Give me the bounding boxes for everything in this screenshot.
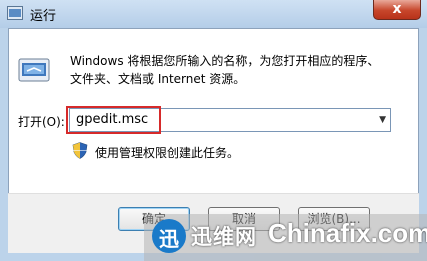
run-app-icon	[7, 6, 23, 20]
shield-icon	[72, 142, 88, 159]
run-icon	[18, 58, 50, 82]
window-title: 运行	[30, 9, 57, 24]
watermark-brand-cn: 迅维网	[191, 225, 257, 249]
highlight-box	[66, 106, 161, 134]
dialog-description: Windows 将根据您所输入的名称，为您打开相应的程序、文件夹、文档或 Int…	[70, 54, 380, 86]
watermark-brand-en: Chinafix.com	[268, 218, 427, 248]
watermark-logo: 迅	[152, 219, 186, 253]
close-icon: x	[392, 1, 402, 17]
title-bar: 运行 x	[0, 0, 427, 28]
close-button[interactable]: x	[373, 0, 421, 20]
admin-notice: 使用管理权限创建此任务。	[95, 146, 240, 160]
watermark-logo-text: 迅	[159, 227, 179, 251]
dropdown-arrow-icon[interactable]: ▼	[379, 115, 386, 125]
open-label: 打开(O):	[18, 115, 65, 129]
